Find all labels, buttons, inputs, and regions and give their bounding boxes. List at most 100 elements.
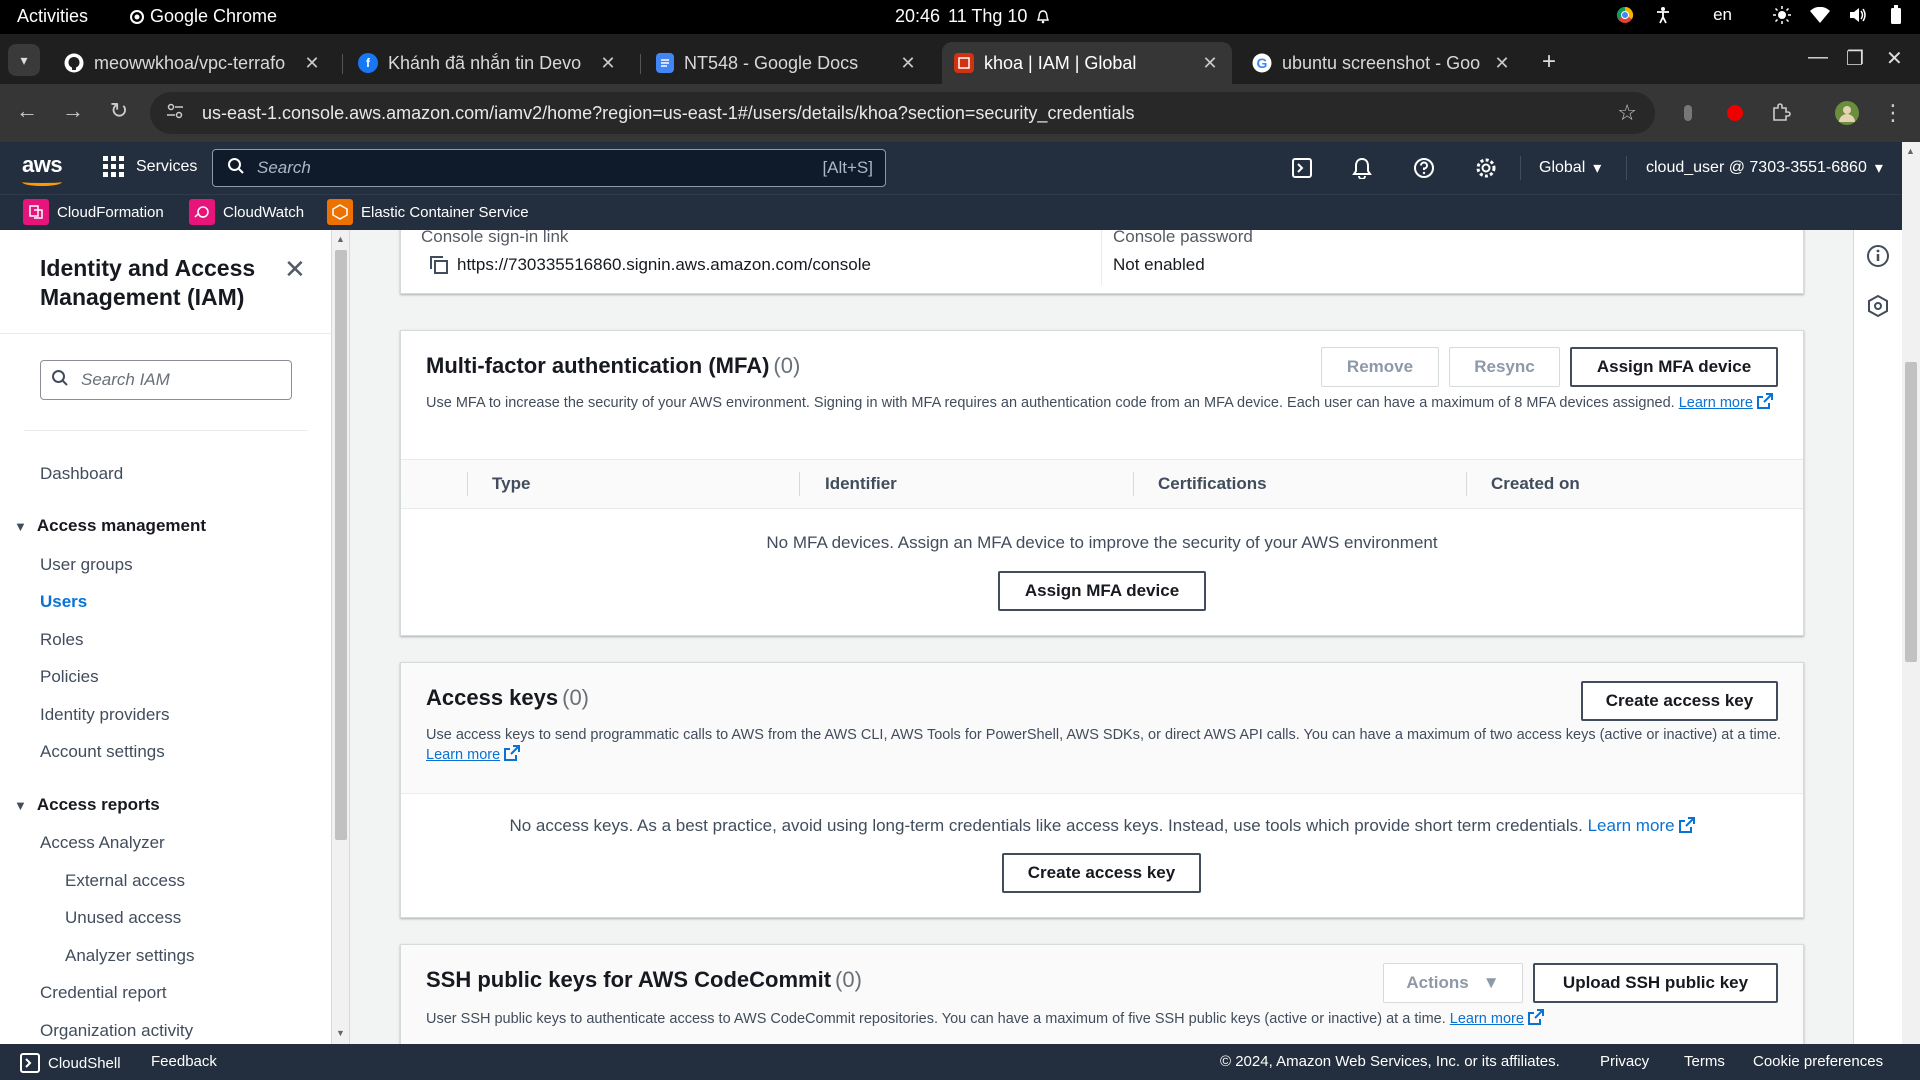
tab-search-button[interactable]: ▾ [8, 44, 40, 76]
column-certifications[interactable]: Certifications [1158, 474, 1267, 494]
favorite-ecs[interactable]: Elastic Container Service [327, 199, 529, 225]
mfa-card: Multi-factor authentication (MFA) (0) Rem… [400, 330, 1804, 636]
url-text: us-east-1.console.aws.amazon.com/iamv2/h… [202, 102, 1135, 123]
back-arrow-icon[interactable]: ← [12, 98, 42, 124]
sidebar-item-policies[interactable]: Policies [40, 667, 99, 687]
accessibility-icon[interactable] [1653, 5, 1673, 25]
account-menu[interactable]: cloud_user @ 7303-3551-6860 ▾ [1646, 158, 1883, 178]
sidebar-item-credential-report[interactable]: Credential report [40, 983, 167, 1003]
sidebar-item-dashboard[interactable]: Dashboard [40, 464, 123, 484]
privacy-link[interactable]: Privacy [1600, 1053, 1649, 1070]
external-link-icon [1678, 817, 1695, 833]
bookmark-star-icon[interactable]: ☆ [1617, 100, 1637, 126]
new-tab-plus-icon[interactable]: + [1542, 48, 1556, 76]
upload-ssh-public-key-button[interactable]: Upload SSH public key [1533, 963, 1778, 1003]
column-identifier[interactable]: Identifier [825, 474, 897, 494]
actions-dropdown[interactable]: Actions ▼ [1383, 963, 1523, 1003]
forward-arrow-icon[interactable]: → [58, 98, 88, 124]
sidebar-item-organization-activity[interactable]: Organization activity [40, 1021, 193, 1041]
terms-link[interactable]: Terms [1684, 1053, 1725, 1070]
create-access-key-empty-button[interactable]: Create access key [1002, 853, 1201, 893]
app-menu[interactable]: Google Chrome [130, 6, 277, 27]
feedback-link[interactable]: Feedback [151, 1053, 217, 1070]
close-icon[interactable]: ✕ [284, 254, 306, 285]
sidebar-item-roles[interactable]: Roles [40, 630, 83, 650]
cookie-preferences-link[interactable]: Cookie preferences [1753, 1053, 1883, 1070]
keyboard-language[interactable]: en [1713, 5, 1732, 25]
sidebar-section-access-management[interactable]: ▼ Access management [14, 516, 206, 536]
ssh-learn-more-link[interactable]: Learn more [1450, 1009, 1544, 1027]
wifi-icon[interactable] [1810, 5, 1830, 25]
clock[interactable]: 20:46 11 Thg 10 [895, 6, 1051, 27]
aws-search-input[interactable]: Search [Alt+S] [212, 149, 886, 187]
night-light-icon[interactable] [1772, 5, 1792, 25]
sidebar-section-access-reports[interactable]: ▼ Access reports [14, 795, 160, 815]
help-icon[interactable] [1410, 154, 1438, 182]
region-selector[interactable]: Global ▾ [1539, 158, 1601, 178]
notifications-bell-icon[interactable] [1348, 154, 1376, 182]
favorite-cloudformation[interactable]: CloudFormation [23, 199, 164, 225]
tab-google-search[interactable]: G ubuntu screenshot - Goo ✕ [1240, 42, 1524, 84]
sidebar-item-account-settings[interactable]: Account settings [40, 742, 165, 762]
copyright-text: © 2024, Amazon Web Services, Inc. or its… [1220, 1053, 1560, 1070]
tab-facebook[interactable]: f Khánh đã nhắn tin Devo ✕ [346, 42, 630, 84]
access-keys-learn-more-link[interactable]: Learn more [426, 745, 521, 763]
system-top-bar: Activities Google Chrome 20:46 11 Thg 10… [0, 0, 1920, 34]
main-content: Console sign-in link https://73033551686… [350, 230, 1853, 1044]
sidebar-scrollbar[interactable]: ▲ ▼ [332, 230, 350, 1044]
access-keys-description: Use access keys to send programmatic cal… [426, 727, 1781, 763]
sidebar-item-unused-access[interactable]: Unused access [65, 908, 181, 928]
extensions-puzzle-icon[interactable] [1768, 100, 1794, 126]
settings-gear-icon[interactable] [1472, 154, 1500, 182]
favorite-cloudwatch[interactable]: CloudWatch [189, 199, 304, 225]
tab-aws-iam[interactable]: khoa | IAM | Global ✕ [942, 42, 1232, 84]
create-access-key-button[interactable]: Create access key [1581, 681, 1778, 721]
info-icon[interactable] [1866, 244, 1890, 268]
battery-icon[interactable] [1886, 5, 1906, 25]
empty-learn-more-link[interactable]: Learn more [1588, 816, 1695, 835]
sidebar-item-analyzer-settings[interactable]: Analyzer settings [65, 946, 194, 966]
column-created-on[interactable]: Created on [1491, 474, 1580, 494]
close-tab-icon[interactable]: ✕ [598, 53, 618, 74]
resync-mfa-button[interactable]: Resync [1449, 347, 1560, 387]
restore-icon[interactable]: ❐ [1846, 46, 1864, 71]
reload-icon[interactable]: ↻ [104, 98, 134, 124]
mfa-learn-more-link[interactable]: Learn more [1679, 393, 1773, 411]
record-extension-icon[interactable] [1722, 100, 1748, 126]
close-window-icon[interactable]: ✕ [1886, 46, 1903, 71]
aws-logo[interactable]: aws [22, 152, 63, 186]
sidebar-item-user-groups[interactable]: User groups [40, 555, 133, 575]
remove-mfa-button[interactable]: Remove [1321, 347, 1439, 387]
tab-google-docs[interactable]: NT548 - Google Docs ✕ [644, 42, 930, 84]
chrome-indicator-icon[interactable] [1615, 5, 1635, 25]
tab-github[interactable]: meowwkhoa/vpc-terrafo ✕ [52, 42, 334, 84]
browser-menu-icon[interactable]: ⋮ [1880, 100, 1906, 126]
system-tray[interactable]: en [1615, 5, 1906, 25]
sidebar-item-external-access[interactable]: External access [65, 871, 185, 891]
column-type[interactable]: Type [492, 474, 530, 494]
cloudshell-icon[interactable] [1288, 154, 1316, 182]
sidebar-title[interactable]: Identity and Access Management (IAM) [40, 254, 280, 312]
volume-icon[interactable] [1848, 5, 1868, 25]
cloudshell-button[interactable]: CloudShell [20, 1053, 121, 1073]
copy-icon[interactable] [429, 255, 449, 275]
extension-icon[interactable] [1675, 100, 1701, 126]
minimize-icon[interactable]: — [1808, 46, 1828, 69]
close-tab-icon[interactable]: ✕ [302, 53, 322, 74]
sidebar-item-users[interactable]: Users [40, 592, 87, 612]
sidebar-item-identity-providers[interactable]: Identity providers [40, 705, 169, 725]
search-iam-input[interactable]: Search IAM [40, 360, 292, 400]
activities-button[interactable]: Activities [17, 6, 88, 27]
page-scrollbar[interactable]: ▲ [1902, 142, 1920, 1044]
services-menu-button[interactable]: Services [103, 156, 197, 177]
resources-hexagon-icon[interactable] [1866, 294, 1890, 318]
assign-mfa-device-button[interactable]: Assign MFA device [1570, 347, 1778, 387]
profile-avatar[interactable] [1834, 100, 1860, 126]
site-info-icon[interactable] [166, 102, 188, 125]
assign-mfa-device-empty-button[interactable]: Assign MFA device [998, 571, 1206, 611]
close-tab-icon[interactable]: ✕ [1200, 53, 1220, 74]
close-tab-icon[interactable]: ✕ [1492, 53, 1512, 74]
close-tab-icon[interactable]: ✕ [898, 53, 918, 74]
sidebar-item-access-analyzer[interactable]: Access Analyzer [40, 833, 165, 853]
address-bar[interactable]: us-east-1.console.aws.amazon.com/iamv2/h… [150, 92, 1655, 134]
